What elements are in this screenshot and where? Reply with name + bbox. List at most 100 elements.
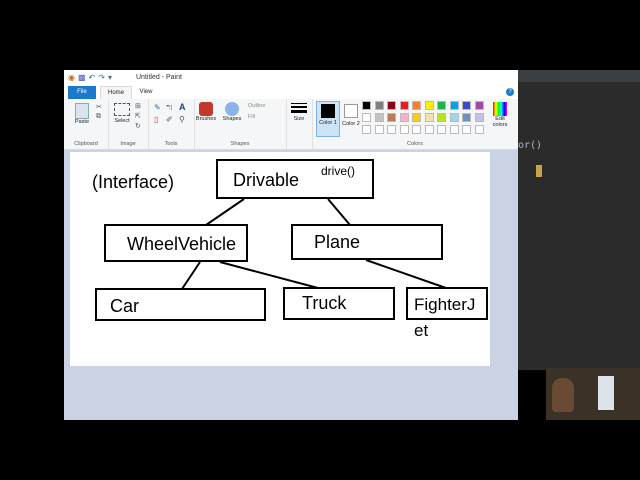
palette-swatch[interactable] xyxy=(449,101,459,110)
palette-swatch[interactable] xyxy=(437,101,446,110)
custom-color-slot[interactable] xyxy=(412,125,421,134)
palette-swatch[interactable] xyxy=(474,101,484,110)
size-button[interactable]: Size xyxy=(288,103,310,122)
palette-swatch[interactable] xyxy=(462,113,471,122)
palette-swatch[interactable] xyxy=(412,113,421,122)
wheelvehicle-label: WheelVehicle xyxy=(127,234,237,254)
palette-swatch[interactable] xyxy=(399,113,409,122)
custom-color-slot[interactable] xyxy=(449,125,459,134)
palette-swatch[interactable] xyxy=(437,113,446,122)
canvas-area: (Interface) Drivable drive() WheelVehicl… xyxy=(64,150,518,420)
webcam-overlay xyxy=(546,368,640,420)
colors-group-label: Colors xyxy=(407,141,423,147)
palette-swatch[interactable] xyxy=(424,113,434,122)
pencil-icon[interactable]: ✎ xyxy=(154,103,161,112)
tab-view[interactable]: View xyxy=(134,86,158,99)
plane-box: Plane xyxy=(291,224,443,260)
color2-swatch xyxy=(344,104,358,118)
edit-colors-button[interactable]: Edit colors xyxy=(488,102,512,128)
line-plane-fighterjet xyxy=(365,259,447,289)
eraser-icon[interactable]: ▯ xyxy=(154,115,158,124)
custom-color-slot[interactable] xyxy=(462,125,471,134)
line-wheelvehicle-car xyxy=(181,261,201,290)
custom-color-slot[interactable] xyxy=(362,125,371,134)
paste-icon xyxy=(75,103,89,119)
palette-swatch[interactable] xyxy=(362,101,371,110)
tools-group-label: Tools xyxy=(164,141,178,147)
color-picker-icon[interactable]: ✐ xyxy=(166,115,173,124)
help-icon[interactable]: ? xyxy=(506,88,514,96)
palette-swatch[interactable] xyxy=(424,101,434,110)
color1-swatch xyxy=(321,104,335,118)
editor-toolbar xyxy=(518,70,640,82)
drivable-label: Drivable xyxy=(233,170,300,190)
custom-color-slot[interactable] xyxy=(437,125,446,134)
code-editor-window: or() xyxy=(518,70,640,370)
line-size-icon xyxy=(291,103,307,113)
custom-color-slot[interactable] xyxy=(399,125,409,134)
custom-color-slot[interactable] xyxy=(474,125,484,134)
paste-button[interactable]: Paste xyxy=(72,103,92,125)
magnifier-icon[interactable]: ⚲ xyxy=(179,115,185,124)
rotate-icon[interactable]: ↻ xyxy=(135,122,141,130)
editor-marker xyxy=(536,165,542,177)
crop-icon[interactable]: ⊞ xyxy=(135,102,141,110)
paste-label: Paste xyxy=(74,119,90,125)
shapes-icon xyxy=(225,102,239,116)
color-palette xyxy=(362,101,490,141)
tab-home[interactable]: Home xyxy=(100,86,132,100)
palette-swatch[interactable] xyxy=(387,113,396,122)
edit-colors-label: Edit colors xyxy=(492,116,508,128)
palette-swatch[interactable] xyxy=(362,113,371,122)
drawing-canvas[interactable]: (Interface) Drivable drive() WheelVehicl… xyxy=(70,152,490,366)
save-icon[interactable]: ▩ xyxy=(78,73,86,82)
fill-bucket-icon[interactable]: ⛠ xyxy=(166,103,172,113)
color2-label: Color 2 xyxy=(342,121,360,127)
palette-swatch[interactable] xyxy=(462,101,471,110)
redo-icon[interactable]: ↷ xyxy=(98,73,105,82)
color2-button[interactable]: Color 2 xyxy=(340,101,362,127)
brushes-label: Brushes xyxy=(195,116,217,122)
truck-label: Truck xyxy=(302,293,347,313)
paint-app-icon: ◉ xyxy=(68,73,75,82)
customize-dropdown-icon[interactable]: ▾ xyxy=(108,73,112,82)
brushes-button[interactable]: Brushes xyxy=(194,102,218,122)
color1-button[interactable]: Color 1 xyxy=(316,101,340,137)
fill-dropdown[interactable]: Fill xyxy=(248,114,255,120)
copy-icon[interactable]: ⧉ xyxy=(96,113,101,121)
text-tool-icon[interactable]: A xyxy=(179,102,186,112)
shapes-button[interactable]: Shapes xyxy=(220,102,244,122)
shapes-group-label: Shapes xyxy=(230,141,250,147)
palette-swatch[interactable] xyxy=(374,113,384,122)
ribbon-tabs: File Home View ? xyxy=(64,86,518,100)
rainbow-icon xyxy=(493,102,507,116)
custom-color-slot[interactable] xyxy=(374,125,384,134)
fighterjet-label-line2: et xyxy=(414,321,429,340)
fighterjet-label-line1: FighterJ xyxy=(414,295,476,314)
select-label: Select xyxy=(114,118,130,124)
window-title: Untitled - Paint xyxy=(136,74,182,81)
undo-icon[interactable]: ↶ xyxy=(89,73,96,82)
ribbon: Paste ✂ ⧉ Clipboard Select ⊞ ⇱ ↻ Image ✎… xyxy=(64,99,518,150)
palette-swatch[interactable] xyxy=(387,101,396,110)
palette-swatch[interactable] xyxy=(399,101,409,110)
resize-icon[interactable]: ⇱ xyxy=(135,112,141,120)
car-box: Car xyxy=(95,288,266,321)
quick-access-toolbar: ◉ ▩ ↶ ↷ ▾ xyxy=(68,73,112,82)
custom-color-slot[interactable] xyxy=(424,125,434,134)
tab-file[interactable]: File xyxy=(68,86,96,99)
shapes-group: Brushes Shapes Outline Fill Shapes xyxy=(194,99,287,149)
palette-swatch[interactable] xyxy=(374,101,384,110)
shapes-label: Shapes xyxy=(222,116,242,122)
palette-swatch[interactable] xyxy=(449,113,459,122)
line-drivable-plane xyxy=(327,198,351,226)
size-group: Size xyxy=(286,99,313,149)
outline-dropdown[interactable]: Outline xyxy=(248,103,265,109)
select-button[interactable]: Select xyxy=(111,103,133,124)
cut-icon[interactable]: ✂ xyxy=(96,103,102,111)
custom-color-slot[interactable] xyxy=(387,125,396,134)
code-fragment: or() xyxy=(518,140,543,151)
palette-swatch[interactable] xyxy=(474,113,484,122)
fighterjet-box: FighterJ xyxy=(406,287,488,320)
palette-swatch[interactable] xyxy=(412,101,421,110)
